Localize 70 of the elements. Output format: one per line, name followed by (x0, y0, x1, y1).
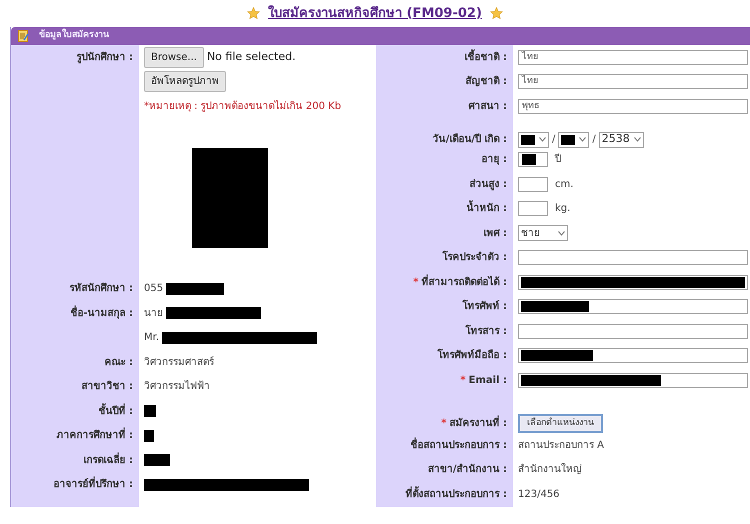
number-field[interactable] (518, 176, 548, 192)
caret-icon (634, 137, 641, 142)
field-label: โทรศัพท์ : (462, 299, 507, 314)
field-value: วิศวกรรมศาสตร์ (144, 355, 214, 370)
caret-icon (539, 137, 546, 142)
field-value: Mr. (144, 331, 159, 346)
field-label: รูปนักศึกษา : (76, 50, 133, 65)
field-value: 123/456 (518, 488, 560, 502)
field-value: นาย (144, 306, 163, 321)
field-value: สถานประกอบการ A (518, 438, 604, 453)
field-label: อายุ : (482, 153, 507, 168)
field-label: * ที่สามารถติดต่อได้ : (413, 274, 507, 290)
field-label: รหัสนักศึกษา : (70, 282, 133, 296)
browse-button[interactable]: Browse... (144, 46, 204, 68)
field-label: คณะ : (104, 356, 133, 370)
field-label: โทรสาร : (466, 324, 507, 339)
field-value: สำนักงานใหญ่ (518, 462, 582, 478)
file-status: No file selected. (206, 49, 296, 65)
date-separator: / (592, 133, 596, 147)
gender-select[interactable]: ชาย (518, 225, 568, 242)
field-label: เกรดเฉลี่ย : (84, 452, 133, 468)
unit-label: ปี (555, 152, 561, 168)
field-label: วัน/เดือน/ปี เกิด : (432, 132, 507, 147)
size-note: *หมายเหตุ : รูปภาพต้องขนาดไม่เกิน 200 Kb (144, 99, 342, 114)
field-label: สาขาวิชา : (82, 380, 133, 394)
text-field[interactable] (518, 348, 748, 364)
field-label: ที่ตั้งสถานประกอบการ : (406, 486, 507, 502)
field-label: * Email : (460, 374, 507, 388)
section-title: ข้อมูลใบสมัครงาน (39, 29, 109, 42)
text-field[interactable]: ไทย (518, 74, 748, 90)
field-label: ชื่อสถานประกอบการ : (410, 438, 507, 453)
text-field[interactable] (518, 299, 748, 314)
year-select[interactable]: 2538 (598, 132, 644, 148)
note-icon (18, 30, 29, 42)
form-title[interactable]: ใบสมัครงานสหกิจศึกษา (FM09-02) (268, 4, 482, 24)
date-separator: / (552, 133, 556, 147)
field-value: วิศวกรรมไฟฟ้า (144, 379, 210, 394)
field-label: น้ำหนัก : (466, 201, 507, 216)
field-label: ส่วนสูง : (470, 178, 507, 192)
field-label: ชั้นปีที่ : (98, 404, 133, 419)
select-position-button[interactable]: เลือกตำแหน่งงาน (518, 414, 603, 433)
unit-label: cm. (555, 178, 574, 192)
text-field[interactable] (518, 324, 748, 339)
day-select[interactable] (518, 132, 549, 148)
field-label: ศาสนา : (468, 100, 507, 114)
field-label: ภาคการศึกษาที่ : (56, 428, 133, 444)
field-label: * สมัครงานที่ : (441, 416, 507, 431)
field-label: เชื้อชาติ : (464, 50, 507, 65)
text-field[interactable] (518, 372, 748, 388)
field-label: โรคประจำตัว : (442, 250, 507, 266)
upload-button[interactable]: อัพโหลดรูปภาพ (144, 71, 226, 92)
unit-label: kg. (555, 202, 570, 216)
text-field[interactable] (518, 250, 748, 266)
field-label: โทรศัพท์มือถือ : (438, 348, 507, 364)
field-value: 055 (144, 282, 164, 296)
field-label: อาจารย์ที่ปรึกษา : (54, 477, 133, 492)
caret-icon (558, 230, 565, 236)
caret-icon (579, 137, 586, 142)
star-icon (490, 7, 503, 20)
field-label: สาขา/สำนักงาน : (428, 462, 507, 478)
text-field[interactable]: ไทย (518, 50, 748, 65)
number-field[interactable] (518, 201, 548, 216)
text-field[interactable] (518, 274, 748, 290)
star-icon (247, 7, 260, 20)
text-field[interactable]: พุทธ (518, 98, 748, 114)
month-select[interactable] (558, 132, 590, 148)
number-field[interactable] (518, 152, 548, 168)
field-label: เพศ : (484, 226, 507, 241)
field-label: สัญชาติ : (466, 74, 507, 90)
field-label: ชื่อ-นามสกุล : (70, 306, 133, 321)
